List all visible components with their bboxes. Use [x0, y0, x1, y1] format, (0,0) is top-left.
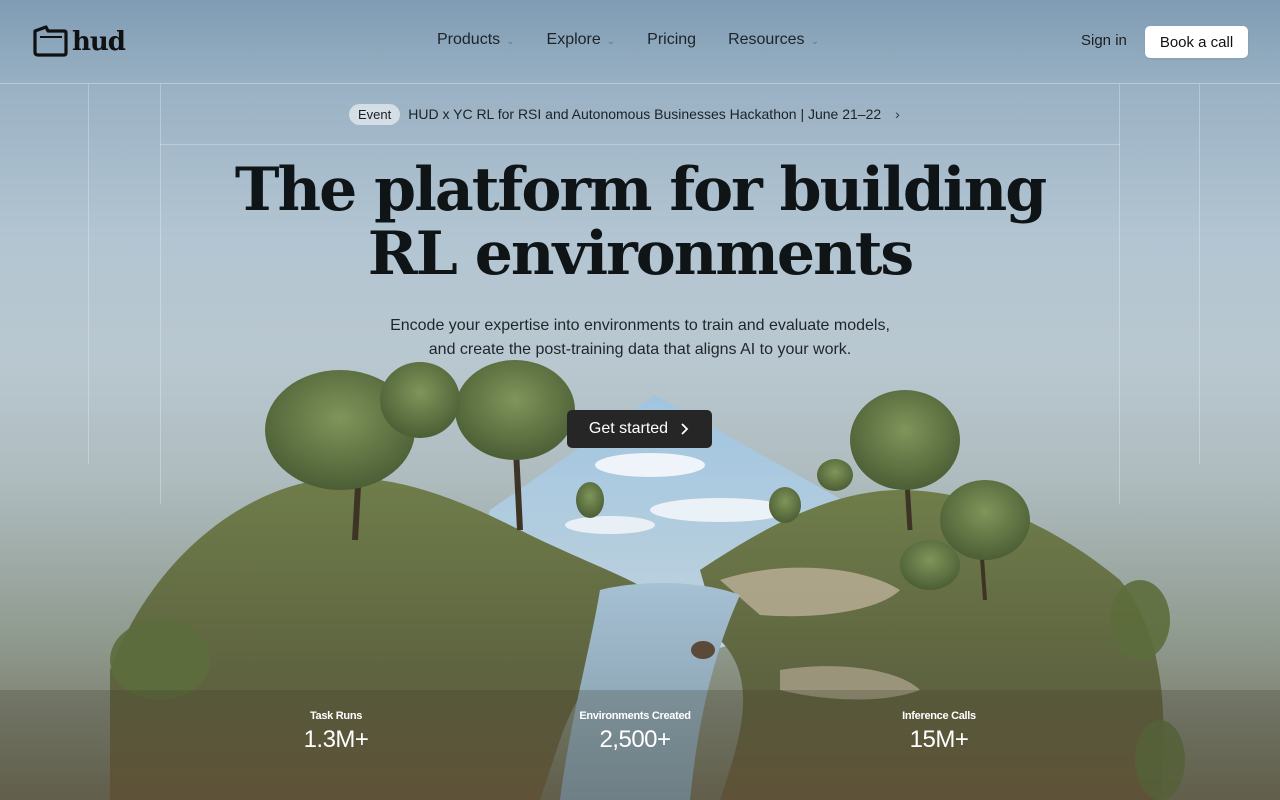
top-navigation: hud Products ⌄ Explore ⌄ Pricing Resourc… [0, 0, 1280, 84]
stat-inference-calls: Inference Calls 15M+ [839, 710, 1039, 754]
main-nav: Products ⌄ Explore ⌄ Pricing Resources ⌄ [437, 31, 851, 49]
stat-environments-created: Environments Created 2,500+ [535, 710, 735, 754]
stat-label: Environments Created [579, 710, 691, 722]
stat-task-runs: Task Runs 1.3M+ [236, 710, 436, 754]
get-started-button[interactable]: Get started [567, 410, 712, 448]
hero-subtitle-line1: Encode your expertise into environments … [390, 317, 890, 334]
nav-item-resources[interactable]: Resources ⌄ [728, 31, 819, 49]
hud-logo-icon [33, 25, 68, 57]
nav-item-label: Explore [546, 31, 601, 48]
page: hud Products ⌄ Explore ⌄ Pricing Resourc… [0, 0, 1280, 800]
brand-name: hud [72, 27, 126, 57]
nav-item-label: Resources [728, 31, 805, 48]
chevron-down-icon: ⌄ [606, 35, 616, 47]
hero-title-line1: The platform for building [234, 155, 1047, 225]
hero-subtitle-line2: and create the post-training data that a… [428, 341, 852, 358]
stat-value: 1.3M+ [303, 726, 369, 753]
event-announcement[interactable]: Event HUD x YC RL for RSI and Autonomous… [349, 102, 900, 126]
sign-in-link[interactable]: Sign in [1081, 32, 1127, 49]
event-badge: Event [349, 103, 401, 125]
stat-value: 2,500+ [599, 726, 671, 753]
announcement-text: HUD x YC RL for RSI and Autonomous Busin… [408, 106, 882, 122]
nav-item-pricing[interactable]: Pricing [647, 31, 696, 49]
nav-item-label: Pricing [647, 31, 697, 48]
get-started-label: Get started [588, 420, 669, 437]
chevron-down-icon: ⌄ [810, 35, 819, 47]
nav-item-label: Products [437, 31, 501, 48]
nav-item-explore[interactable]: Explore ⌄ [547, 31, 616, 49]
nav-item-products[interactable]: Products ⌄ [437, 31, 515, 49]
hero-title: The platform for building RL environment… [0, 158, 1280, 286]
chevron-down-icon: ⌄ [506, 35, 515, 47]
chevron-right-icon: › [895, 106, 900, 122]
chevron-right-icon [681, 423, 689, 435]
brand-logo[interactable]: hud [32, 25, 126, 59]
stat-value: 15M+ [909, 726, 969, 753]
hero-subtitle: Encode your expertise into environments … [0, 314, 1280, 362]
book-call-button[interactable]: Book a call [1145, 26, 1248, 58]
hero-title-line2: RL environments [367, 219, 914, 289]
grid-line [160, 144, 1120, 145]
stat-label: Inference Calls [902, 710, 976, 722]
stat-label: Task Runs [309, 710, 363, 722]
